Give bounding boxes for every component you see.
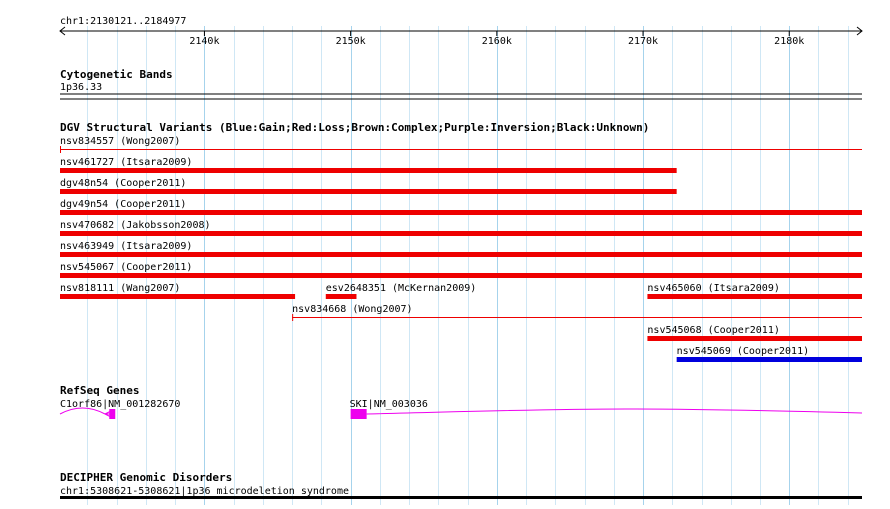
dgv-variant[interactable]: nsv463949 (Itsara2009): [60, 241, 862, 257]
dgv-variant[interactable]: nsv545069 (Cooper2011): [676, 346, 862, 362]
dgv-variant-label: dgv49n54 (Cooper2011): [60, 199, 186, 210]
dgv-variant[interactable]: nsv834557 (Wong2007): [60, 136, 862, 153]
dgv-variant[interactable]: nsv461727 (Itsara2009): [60, 157, 677, 173]
dgv-variant-bar[interactable]: [647, 294, 862, 299]
dgv-variant-label: nsv834668 (Wong2007): [292, 304, 412, 315]
decipher-feature-label: chr1:5308621-5308621|1p36 microdeletion …: [60, 486, 349, 497]
refseq-gene-label: SKI|NM_003036: [350, 399, 428, 410]
dgv-variant-bar[interactable]: [60, 294, 296, 299]
ruler-tick-label: 2180k: [774, 36, 804, 47]
ruler[interactable]: chr1:2130121..2184977 2140k 2150k 2160k 217…: [59, 16, 863, 47]
dgv-variant[interactable]: nsv465060 (Itsara2009): [647, 283, 862, 299]
refseq-gene[interactable]: C1orf86|NM_001282670: [59, 399, 180, 419]
refseq-exon: [109, 409, 116, 419]
decipher-feature-bar[interactable]: [60, 496, 862, 499]
dgv-variant[interactable]: nsv545067 (Cooper2011): [60, 262, 862, 278]
dgv-variant-label: nsv818111 (Wang2007): [60, 283, 180, 294]
refseq-track[interactable]: RefSeq Genes C1orf86|NM_001282670 SKI|NM_…: [59, 384, 863, 419]
dgv-variant-label: nsv545069 (Cooper2011): [677, 346, 809, 357]
cytoband-track-title: Cytogenetic Bands: [60, 68, 173, 81]
refseq-exon: [350, 409, 367, 419]
refseq-features: C1orf86|NM_001282670 SKI|NM_003036: [59, 399, 863, 419]
dgv-variant-label: nsv545067 (Cooper2011): [60, 262, 192, 273]
dgv-variant-bar[interactable]: [60, 189, 677, 194]
ruler-tick-label: 2140k: [189, 36, 219, 47]
dgv-variant-label: nsv465060 (Itsara2009): [647, 283, 779, 294]
dgv-variant-bar[interactable]: [60, 231, 862, 236]
dgv-variant[interactable]: dgv48n54 (Cooper2011): [60, 178, 677, 194]
dgv-variant[interactable]: nsv834668 (Wong2007): [292, 304, 863, 321]
ruler-tick-label: 2170k: [628, 36, 658, 47]
dgv-variant[interactable]: nsv545068 (Cooper2011): [647, 325, 862, 341]
dgv-variant-label: nsv545068 (Cooper2011): [647, 325, 779, 336]
dgv-variant-bar[interactable]: [325, 294, 357, 299]
ruler-coordinates: chr1:2130121..2184977: [60, 16, 186, 27]
dgv-variant-bar[interactable]: [647, 336, 862, 341]
dgv-variant-bar[interactable]: [292, 317, 863, 318]
dgv-variant-bar[interactable]: [60, 210, 862, 215]
ruler-tick-label: 2150k: [336, 36, 366, 47]
dgv-variant-bar[interactable]: [60, 149, 862, 150]
dgv-variant-endcap: [292, 314, 294, 321]
refseq-track-title: RefSeq Genes: [60, 384, 139, 397]
dgv-variant[interactable]: nsv470682 (Jakobsson2008): [60, 220, 862, 236]
dgv-variant-bar[interactable]: [60, 252, 862, 257]
dgv-variant-bar[interactable]: [60, 273, 862, 278]
dgv-variant-bar[interactable]: [676, 357, 862, 362]
refseq-gene[interactable]: SKI|NM_003036: [350, 399, 863, 419]
decipher-track-title: DECIPHER Genomic Disorders: [60, 471, 232, 484]
ruler-ticks: 2140k 2150k 2160k 2170k 2180k: [189, 31, 804, 47]
genome-browser-view: chr1:2130121..2184977 2140k 2150k 2160k 217…: [0, 0, 890, 505]
grid-lines: [87, 26, 849, 505]
dgv-variant-endcap: [60, 146, 61, 153]
dgv-track[interactable]: DGV Structural Variants (Blue:Gain;Red:L…: [60, 121, 863, 362]
dgv-variant-label: nsv834557 (Wong2007): [60, 136, 180, 147]
ruler-tick-label: 2160k: [482, 36, 512, 47]
decipher-track[interactable]: DECIPHER Genomic Disorders chr1:5308621-…: [60, 471, 862, 499]
dgv-track-title: DGV Structural Variants (Blue:Gain;Red:L…: [60, 121, 649, 134]
cytoband-track[interactable]: Cytogenetic Bands 1p36.33: [60, 68, 862, 100]
dgv-variant-label: nsv463949 (Itsara2009): [60, 241, 192, 252]
dgv-variant[interactable]: esv2648351 (McKernan2009): [325, 283, 477, 299]
dgv-variant-label: nsv470682 (Jakobsson2008): [60, 220, 211, 231]
dgv-variant[interactable]: dgv49n54 (Cooper2011): [60, 199, 862, 215]
dgv-variant-bar[interactable]: [60, 168, 677, 173]
dgv-variant[interactable]: nsv818111 (Wang2007): [60, 283, 296, 299]
cytoband-label: 1p36.33: [60, 82, 102, 93]
dgv-features: nsv834557 (Wong2007) nsv461727 (Itsara200…: [60, 136, 863, 362]
track-canvas: chr1:2130121..2184977 2140k 2150k 2160k 217…: [59, 16, 863, 505]
dgv-variant-label: nsv461727 (Itsara2009): [60, 157, 192, 168]
dgv-variant-label: esv2648351 (McKernan2009): [326, 283, 477, 294]
dgv-variant-label: dgv48n54 (Cooper2011): [60, 178, 186, 189]
